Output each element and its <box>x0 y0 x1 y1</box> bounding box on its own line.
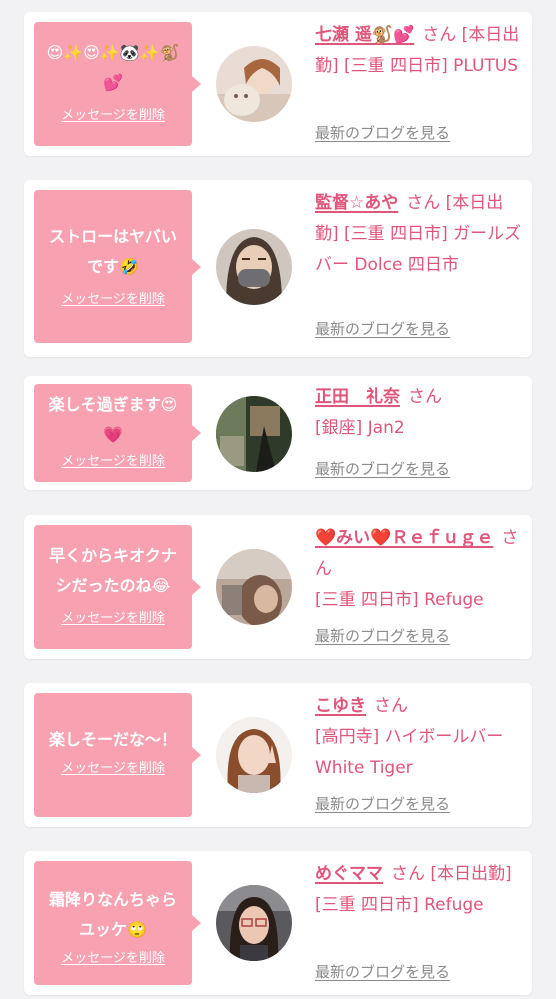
delete-message-link[interactable]: メッセージを削除 <box>61 104 165 123</box>
profile-info: めぐママ さん [本日出勤] [三重 四日市] Refuge <box>315 859 525 921</box>
list-item: 楽しそ過ぎます😍💗 メッセージを削除 正田 礼奈 さん [銀座] Jan2 最新の… <box>24 376 532 490</box>
message-bubble: 早くからキオクナシだったのね😂 メッセージを削除 <box>34 525 201 649</box>
avatar[interactable] <box>216 46 292 122</box>
list-item: ストローはヤバいです🤣 メッセージを削除 監督☆あや さん [本日出勤] [三重 … <box>24 180 532 357</box>
profile-info: 正田 礼奈 さん [銀座] Jan2 <box>315 382 525 444</box>
list-item: 早くからキオクナシだったのね😂 メッセージを削除 ❤️みい❤️Ｒｅｆｕｇｅ さん … <box>24 515 532 659</box>
delete-message-link[interactable]: メッセージを削除 <box>61 288 165 307</box>
latest-blog-link[interactable]: 最新のブログを見る <box>315 625 450 646</box>
message-bubble: 楽しそーだな〜！ メッセージを削除 <box>34 693 201 817</box>
latest-blog-link[interactable]: 最新のブログを見る <box>315 318 450 339</box>
profile-name-link[interactable]: 正田 礼奈 <box>315 387 400 407</box>
profile-detail: [銀座] Jan2 <box>315 418 405 438</box>
message-text: ストローはヤバいです🤣 <box>49 227 177 276</box>
message-bubble: ストローはヤバいです🤣 メッセージを削除 <box>34 190 201 343</box>
profile-name-link[interactable]: めぐママ <box>315 864 383 884</box>
delete-message-link[interactable]: メッセージを削除 <box>61 450 165 469</box>
honorific-label: さん <box>422 25 457 45</box>
message-text: 楽しそ過ぎます😍💗 <box>48 395 178 444</box>
message-bubble: 霜降りなんちゃらユッケ🙄 メッセージを削除 <box>34 861 201 985</box>
message-bubble: 😍✨😍✨🐼✨🐒💕 メッセージを削除 <box>34 22 201 146</box>
honorific-label: さん <box>374 696 408 716</box>
list-item: 霜降りなんちゃらユッケ🙄 メッセージを削除 めぐママ さん [本日出勤] [三重 … <box>24 851 532 995</box>
profile-detail: [高円寺] ハイボールバー White Tiger <box>315 727 504 778</box>
honorific-label: さん <box>408 387 442 407</box>
latest-blog-link[interactable]: 最新のブログを見る <box>315 122 450 143</box>
avatar[interactable] <box>216 885 292 961</box>
message-text: 早くからキオクナシだったのね😂 <box>49 546 177 595</box>
delete-message-link[interactable]: メッセージを削除 <box>61 757 165 776</box>
avatar[interactable] <box>216 396 292 472</box>
profile-name-link[interactable]: 七瀬 遥🐒💕 <box>315 25 414 45</box>
list-item: 😍✨😍✨🐼✨🐒💕 メッセージを削除 七瀬 遥🐒💕 さん [本日出勤] [三重 四日… <box>24 12 532 156</box>
message-text: 霜降りなんちゃらユッケ🙄 <box>48 890 177 939</box>
profile-info: 監督☆あや さん [本日出勤] [三重 四日市] ガールズバー Dolce 四日市 <box>315 188 525 281</box>
avatar[interactable] <box>216 717 292 793</box>
avatar[interactable] <box>216 229 292 305</box>
message-text: 😍✨😍✨🐼✨🐒💕 <box>46 43 180 92</box>
latest-blog-link[interactable]: 最新のブログを見る <box>315 458 450 479</box>
honorific-label: さん <box>406 193 441 213</box>
latest-blog-link[interactable]: 最新のブログを見る <box>315 961 450 982</box>
profile-info: ❤️みい❤️Ｒｅｆｕｇｅ さん [三重 四日市] Refuge <box>315 523 525 616</box>
delete-message-link[interactable]: メッセージを削除 <box>61 607 165 626</box>
honorific-label: さん <box>391 864 425 884</box>
avatar[interactable] <box>216 549 292 625</box>
profile-info: こゆき さん [高円寺] ハイボールバー White Tiger <box>315 691 525 784</box>
latest-blog-link[interactable]: 最新のブログを見る <box>315 793 450 814</box>
message-text: 楽しそーだな〜！ <box>48 730 177 749</box>
message-bubble: 楽しそ過ぎます😍💗 メッセージを削除 <box>34 384 201 482</box>
profile-detail: [三重 四日市] Refuge <box>315 590 484 610</box>
profile-name-link[interactable]: ❤️みい❤️Ｒｅｆｕｇｅ <box>315 528 493 548</box>
list-item: 楽しそーだな〜！ メッセージを削除 こゆき さん [高円寺] ハイボールバー Wh… <box>24 683 532 827</box>
delete-message-link[interactable]: メッセージを削除 <box>61 947 165 966</box>
profile-name-link[interactable]: 監督☆あや <box>315 193 398 213</box>
profile-name-link[interactable]: こゆき <box>315 696 366 716</box>
profile-info: 七瀬 遥🐒💕 さん [本日出勤] [三重 四日市] PLUTUS <box>315 20 525 82</box>
